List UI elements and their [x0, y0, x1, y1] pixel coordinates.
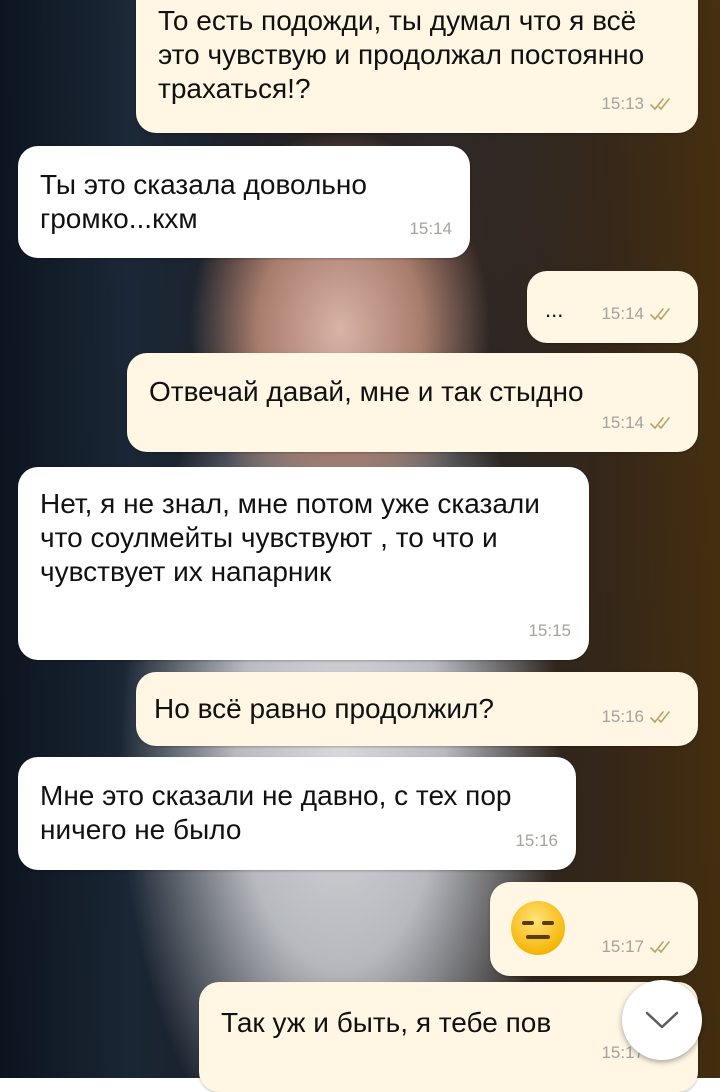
message-incoming[interactable]: Нет, я не знал, мне потом уже сказали чт…: [18, 467, 589, 660]
message-meta: 15:14: [409, 212, 452, 246]
double-check-icon: [650, 417, 670, 430]
message-outgoing[interactable]: 15:17: [490, 882, 698, 976]
message-time: 15:13: [601, 94, 644, 113]
message-text: Ты это сказала довольно громко...кхм: [40, 169, 367, 234]
message-outgoing[interactable]: ... 15:14: [527, 271, 698, 343]
message-time: 15:17: [601, 937, 644, 956]
double-check-icon: [650, 711, 670, 724]
expressionless-face-icon: [511, 901, 565, 955]
message-time: 15:14: [601, 304, 644, 323]
message-meta: 15:16: [515, 824, 558, 858]
message-outgoing[interactable]: То есть подожди, ты думал что я всё это …: [136, 0, 698, 133]
message-text: Нет, я не знал, мне потом уже сказали чт…: [40, 488, 540, 587]
double-check-icon: [650, 941, 670, 954]
message-text: Так уж и быть, я тебе пов: [221, 1007, 552, 1038]
message-outgoing[interactable]: Отвечай давай, мне и так стыдно 15:14: [127, 353, 698, 452]
message-time: 15:14: [409, 219, 452, 238]
message-meta: 15:16: [601, 700, 680, 734]
message-meta: 15:14: [601, 406, 680, 440]
message-meta: 15:17: [601, 930, 680, 964]
message-outgoing[interactable]: Но всё равно продолжил? 15:16: [136, 672, 698, 746]
message-text: Мне это сказали не давно, с тех пор ниче…: [40, 780, 512, 845]
message-time: 15:14: [601, 413, 644, 432]
message-incoming[interactable]: Ты это сказала довольно громко...кхм 15:…: [18, 146, 470, 258]
message-text: Отвечай давай, мне и так стыдно: [149, 376, 584, 407]
message-meta: 15:14: [601, 297, 680, 331]
double-check-icon: [650, 308, 670, 321]
message-outgoing[interactable]: Так уж и быть, я тебе пов 15:17: [199, 982, 698, 1092]
message-time: 15:16: [601, 707, 644, 726]
scroll-to-bottom-button[interactable]: [622, 980, 702, 1060]
chevron-down-icon: [645, 1011, 679, 1029]
message-time: 15:16: [515, 831, 558, 850]
message-text: То есть подожди, ты думал что я всё это …: [158, 5, 645, 104]
message-text: Но всё равно продолжил?: [154, 693, 494, 724]
double-check-icon: [650, 98, 670, 111]
message-meta: 15:15: [528, 614, 571, 648]
message-incoming[interactable]: Мне это сказали не давно, с тех пор ниче…: [18, 757, 576, 870]
message-time: 15:15: [528, 621, 571, 640]
message-meta: 15:13: [601, 87, 680, 121]
